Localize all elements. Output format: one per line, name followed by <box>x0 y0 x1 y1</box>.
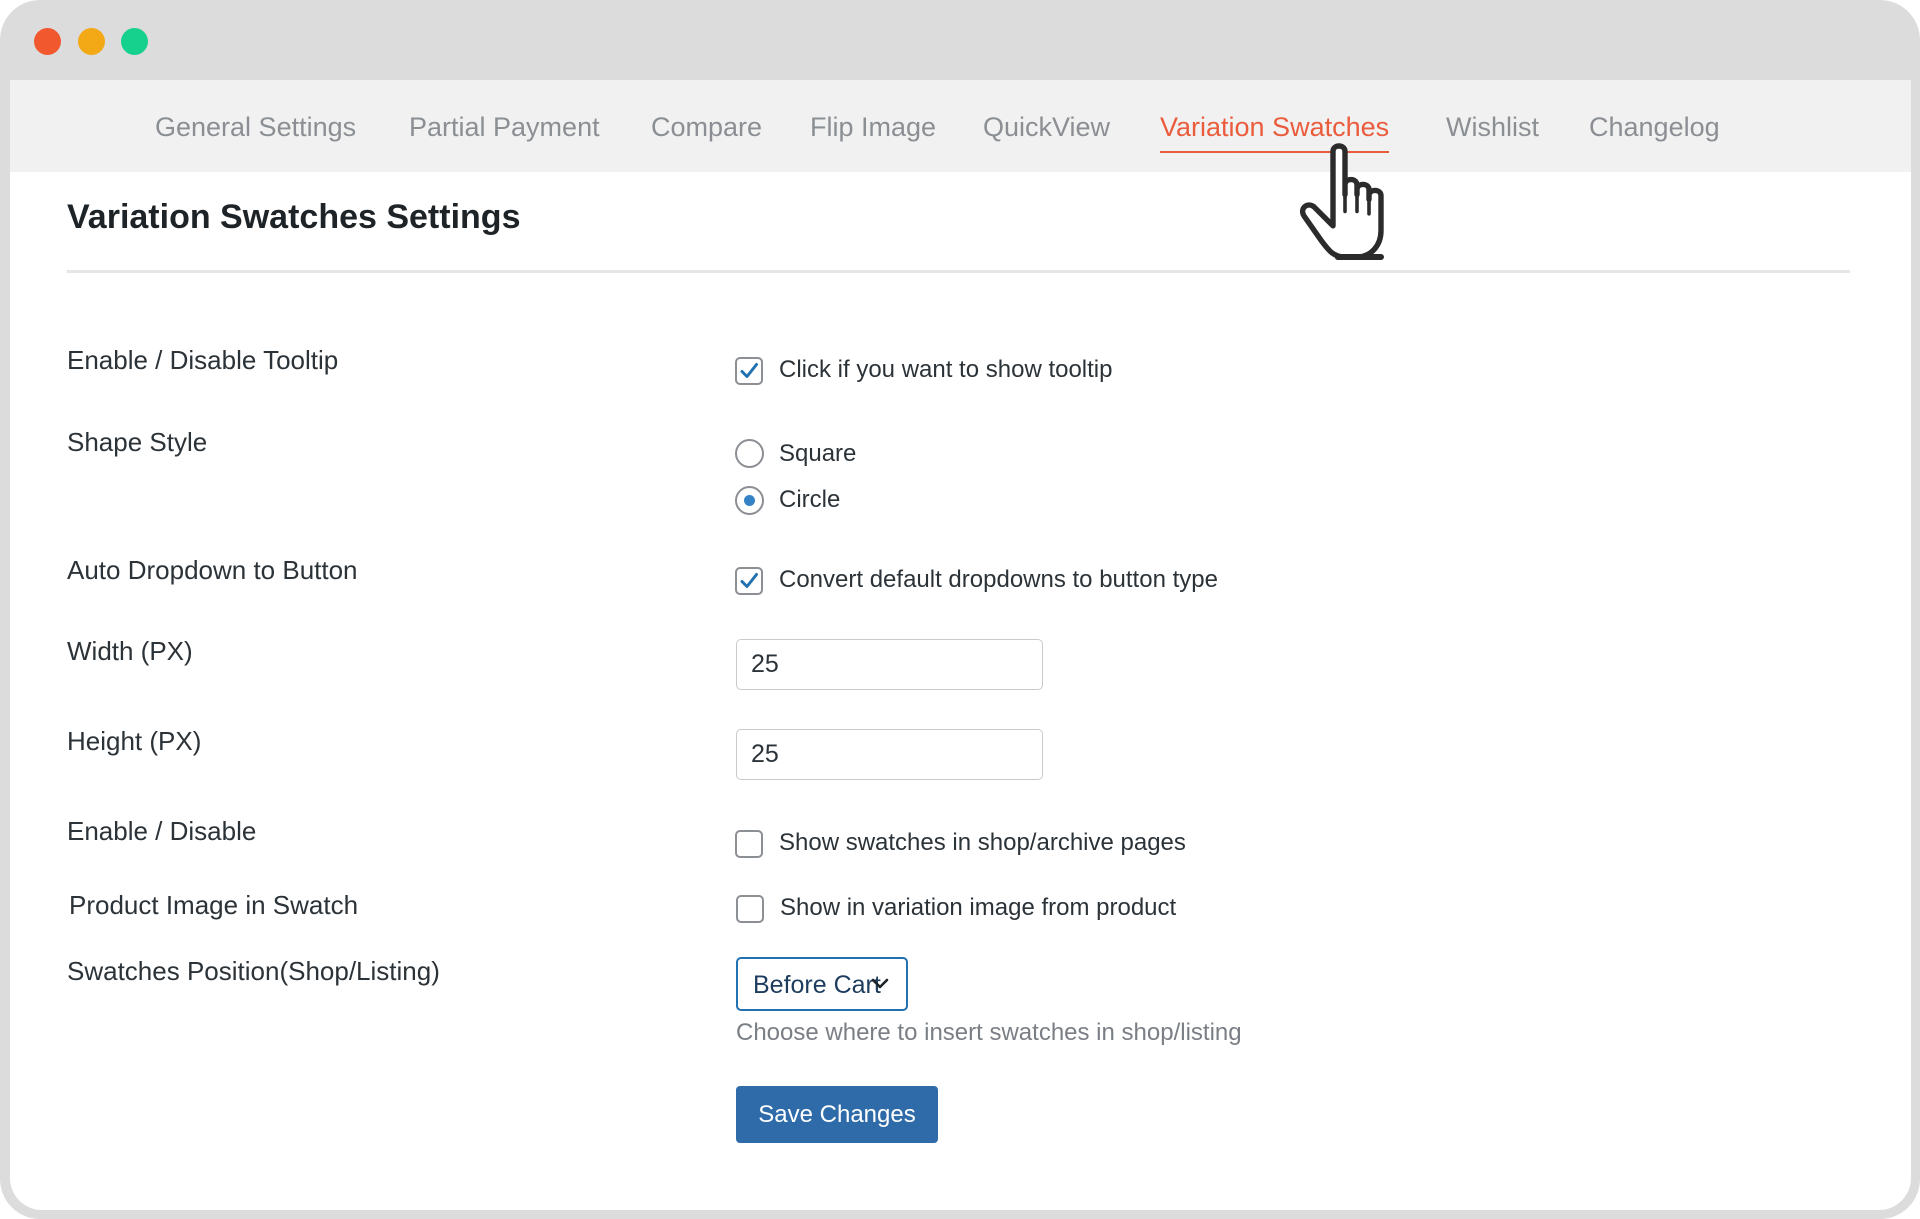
tooltip-checkbox[interactable] <box>735 357 763 385</box>
radio-selected-dot <box>744 495 755 506</box>
width-label: Width (PX) <box>67 636 193 666</box>
page-title: Variation Swatches Settings <box>67 198 521 236</box>
tooltip-label: Enable / Disable Tooltip <box>67 345 339 375</box>
maximize-window-button[interactable] <box>121 28 148 55</box>
browser-frame: General Settings Partial Payment Compare… <box>0 0 1920 1219</box>
variation-image-checkbox[interactable] <box>736 895 764 923</box>
swatches-position-label: Swatches Position(Shop/Listing) <box>67 956 440 986</box>
check-icon <box>740 573 758 588</box>
shape-style-label: Shape Style <box>67 427 208 457</box>
hand-pointer-icon <box>1299 143 1384 260</box>
square-radio[interactable] <box>735 439 764 468</box>
tab-quickview[interactable]: QuickView <box>983 107 1110 147</box>
height-input[interactable] <box>736 729 1043 780</box>
product-image-label: Product Image in Swatch <box>69 890 359 920</box>
swatches-position-help: Choose where to insert swatches in shop/… <box>736 1019 1242 1046</box>
enable-disable-label: Enable / Disable <box>67 816 257 846</box>
height-label: Height (PX) <box>67 726 202 756</box>
auto-dropdown-checkbox[interactable] <box>735 567 763 595</box>
width-input[interactable] <box>736 639 1043 690</box>
tab-flip-image[interactable]: Flip Image <box>810 107 936 147</box>
save-changes-button[interactable]: Save Changes <box>736 1086 938 1143</box>
show-swatches-checkbox-label: Show swatches in shop/archive pages <box>779 829 1186 856</box>
select-value: Before Cart <box>753 971 881 999</box>
tab-bar: General Settings Partial Payment Compare… <box>10 80 1911 172</box>
circle-radio-label: Circle <box>779 486 841 513</box>
tab-compare[interactable]: Compare <box>651 107 762 147</box>
minimize-window-button[interactable] <box>78 28 105 55</box>
check-icon <box>740 363 758 378</box>
show-swatches-checkbox[interactable] <box>735 830 763 858</box>
auto-dropdown-label: Auto Dropdown to Button <box>67 555 358 585</box>
tab-changelog[interactable]: Changelog <box>1589 107 1720 147</box>
settings-window: General Settings Partial Payment Compare… <box>10 80 1911 1210</box>
swatches-position-select[interactable]: Before Cart <box>736 957 908 1011</box>
circle-radio[interactable] <box>735 486 764 515</box>
auto-dropdown-checkbox-label: Convert default dropdowns to button type <box>779 566 1218 593</box>
tooltip-checkbox-label: Click if you want to show tooltip <box>779 356 1113 383</box>
variation-image-checkbox-label: Show in variation image from product <box>780 894 1177 921</box>
title-divider <box>67 270 1850 273</box>
tab-general-settings[interactable]: General Settings <box>155 107 356 147</box>
chevron-down-icon <box>871 978 889 989</box>
tab-partial-payment[interactable]: Partial Payment <box>409 107 600 147</box>
close-window-button[interactable] <box>34 28 61 55</box>
square-radio-label: Square <box>779 440 857 467</box>
tab-wishlist[interactable]: Wishlist <box>1446 107 1539 147</box>
